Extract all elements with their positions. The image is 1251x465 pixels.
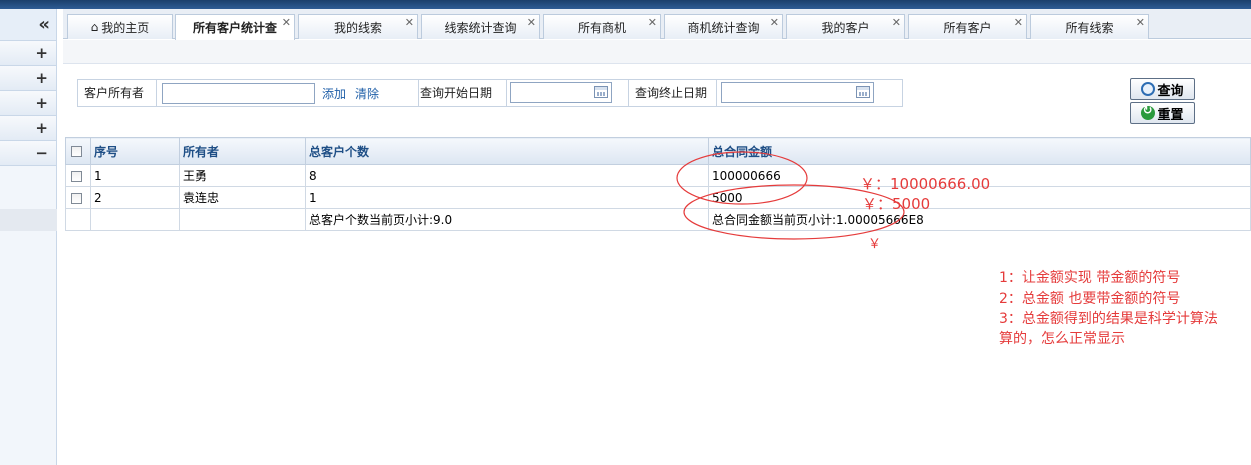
summary-row: 总客户个数当前页小计:9.0 总合同金额当前页小计:1.00005666E8 [65, 208, 1251, 231]
toolbar-strip [63, 40, 1251, 64]
table-row[interactable]: 2 袁连忠 1 5000 [65, 186, 1251, 209]
reset-button[interactable]: 重置 [1130, 102, 1195, 124]
tab-all-customers[interactable]: 所有客户 ✕ [908, 14, 1027, 39]
search-icon [1141, 82, 1156, 96]
query-button-label: 查询 [1157, 83, 1184, 99]
divider [716, 80, 717, 106]
sidebar-expand-button-2[interactable]: + [0, 66, 56, 91]
query-button[interactable]: 查询 [1130, 78, 1195, 100]
tab-label: 我的主页 [101, 20, 150, 35]
summary-count: 总客户个数当前页小计:9.0 [305, 208, 709, 231]
summary-cell [65, 208, 91, 231]
row-select-cell [65, 164, 91, 187]
close-icon[interactable]: ✕ [770, 16, 779, 29]
tab-all-leads[interactable]: 所有线索 ✕ [1030, 14, 1149, 39]
summary-cell [90, 208, 180, 231]
summary-amount: 总合同金额当前页小计:1.00005666E8 [708, 208, 1251, 231]
cell-index: 1 [90, 164, 180, 187]
summary-cell [179, 208, 306, 231]
annotation-note-3: 3：总金额得到的结果是科学计算法 [999, 311, 1218, 327]
divider [156, 80, 157, 106]
annotation-currency-3: ￥ [868, 237, 882, 252]
cell-owner: 王勇 [179, 164, 306, 187]
tab-my-customers[interactable]: 我的客户 ✕ [786, 14, 905, 39]
row-checkbox[interactable] [71, 192, 82, 204]
tab-label: 我的线索 [333, 20, 382, 35]
home-icon: ⌂ [90, 20, 99, 34]
tab-label: 所有商机 [577, 20, 626, 35]
tab-opportunity-stats[interactable]: 商机统计查询 ✕ [664, 14, 783, 39]
annotation-currency-2: ￥：5000 [862, 195, 931, 213]
sidebar-expand-button-1[interactable]: + [0, 41, 56, 66]
divider [506, 80, 507, 106]
start-date-input[interactable] [510, 82, 612, 103]
tab-all-opportunities[interactable]: 所有商机 ✕ [543, 14, 661, 39]
select-all-cell [65, 137, 91, 165]
sidebar-selected-item[interactable] [0, 209, 57, 231]
sidebar: « + + + + − [0, 9, 57, 465]
header-contract-amount[interactable]: 总合同金额 [708, 137, 1251, 165]
row-select-cell [65, 186, 91, 209]
header-owner[interactable]: 所有者 [179, 137, 306, 165]
calendar-icon[interactable] [594, 86, 608, 98]
tab-bar: ⌂ 我的主页 所有客户统计查 ✕ 我的线索 ✕ 线索统计查询 ✕ 所有商机 ✕ … [63, 9, 1251, 40]
search-form: 客户所有者 添加 清除 查询开始日期 查询终止日期 [77, 79, 903, 107]
owner-label: 客户所有者 [84, 86, 145, 100]
close-icon[interactable]: ✕ [405, 16, 414, 29]
sidebar-expand-button-4[interactable]: + [0, 116, 56, 141]
table-header-row: 序号 所有者 总客户个数 总合同金额 [65, 137, 1251, 165]
close-icon[interactable]: ✕ [1014, 16, 1023, 29]
tab-label: 所有客户统计查 [192, 21, 277, 35]
annotation-note-2: 2：总金额 也要带金额的符号 [999, 291, 1181, 307]
close-icon[interactable]: ✕ [648, 16, 657, 29]
add-owner-link[interactable]: 添加 [322, 80, 346, 106]
annotation-note-4: 算的，怎么正常显示 [999, 331, 1125, 347]
cell-count: 8 [305, 164, 709, 187]
sidebar-collapse-button-5[interactable]: − [0, 141, 56, 166]
cell-owner: 袁连忠 [179, 186, 306, 209]
header-customer-count[interactable]: 总客户个数 [305, 137, 709, 165]
close-icon[interactable]: ✕ [282, 16, 291, 29]
tab-label: 所有线索 [1065, 20, 1114, 35]
owner-input[interactable] [162, 83, 315, 104]
cell-count: 1 [305, 186, 709, 209]
start-date-label: 查询开始日期 [420, 86, 493, 100]
reset-button-label: 重置 [1157, 107, 1184, 123]
tab-lead-stats[interactable]: 线索统计查询 ✕ [421, 14, 540, 39]
tab-all-customer-stats[interactable]: 所有客户统计查 ✕ [175, 14, 295, 40]
annotation-currency-1: ￥：10000666.00 [860, 175, 991, 193]
stats-table: 序号 所有者 总客户个数 总合同金额 1 王勇 8 100000666 2 袁连… [65, 137, 1251, 231]
cell-index: 2 [90, 186, 180, 209]
select-all-checkbox[interactable] [71, 146, 82, 157]
tab-label: 所有客户 [943, 20, 992, 35]
annotation-overlay [676, 151, 905, 240]
tab-label: 线索统计查询 [444, 20, 517, 35]
clear-owner-link[interactable]: 清除 [355, 80, 379, 106]
header-index[interactable]: 序号 [90, 137, 180, 165]
tab-label: 我的客户 [821, 20, 870, 35]
end-date-input[interactable] [721, 82, 874, 103]
sidebar-expand-button-3[interactable]: + [0, 91, 56, 116]
row-checkbox[interactable] [71, 170, 82, 182]
end-date-label: 查询终止日期 [635, 86, 708, 100]
close-icon[interactable]: ✕ [892, 16, 901, 29]
calendar-icon[interactable] [856, 86, 870, 98]
collapse-sidebar-button[interactable]: « [0, 9, 56, 41]
annotation-note-1: 1：让金额实现 带金额的符号 [999, 270, 1181, 286]
tab-my-leads[interactable]: 我的线索 ✕ [298, 14, 418, 39]
tab-my-home[interactable]: ⌂ 我的主页 [67, 14, 173, 39]
tab-label: 商机统计查询 [687, 20, 760, 35]
table-row[interactable]: 1 王勇 8 100000666 [65, 164, 1251, 187]
close-icon[interactable]: ✕ [1136, 16, 1145, 29]
refresh-icon [1141, 103, 1156, 120]
top-banner [0, 0, 1251, 9]
close-icon[interactable]: ✕ [527, 16, 536, 29]
